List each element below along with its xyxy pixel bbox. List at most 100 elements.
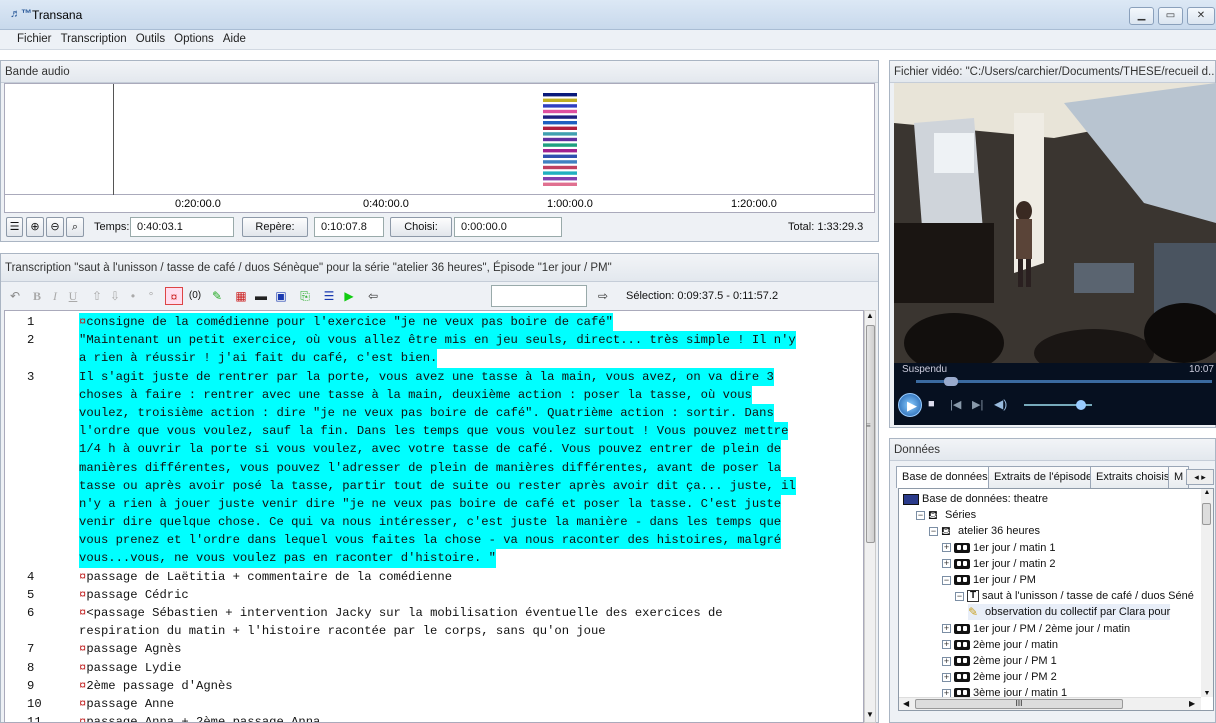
tree-node[interactable]: +2ème jour / PM 1	[942, 653, 1057, 669]
underline-icon[interactable]: U	[64, 287, 82, 305]
tree-node[interactable]: − ⛾ atelier 36 heures	[929, 523, 1040, 539]
repere-button[interactable]: Repère:	[242, 217, 308, 237]
film-icon[interactable]: ▦	[232, 287, 250, 305]
play-button[interactable]: ▶	[898, 393, 922, 417]
transcript-line[interactable]: voulez, troisième action : dire "je ne v…	[5, 403, 863, 423]
tree-scroll-thumb[interactable]	[1202, 503, 1211, 525]
tab-database[interactable]: Base de données	[896, 466, 994, 488]
check-icon[interactable]: ✎	[208, 287, 226, 305]
list-icon[interactable]: ☰	[6, 217, 23, 237]
collapse-icon[interactable]: −	[916, 510, 925, 520]
rising-intonation-icon[interactable]: ⇧	[88, 287, 106, 305]
menu-transcription[interactable]: Transcription	[58, 30, 130, 45]
volume-slider[interactable]	[1024, 400, 1092, 410]
transcript-line[interactable]: a rien à réussir ! j'ai fait du café, c'…	[5, 349, 863, 368]
bold-icon[interactable]: B	[28, 287, 46, 305]
pause-marker-icon[interactable]: (0)	[186, 287, 204, 305]
transcript-line[interactable]: choses à faire : rentrer avec une tasse …	[5, 385, 863, 404]
expand-icon[interactable]: +	[942, 672, 951, 682]
tree-hscroll-thumb[interactable]: III	[915, 699, 1123, 709]
expand-icon[interactable]: +	[942, 624, 951, 634]
transcript-line[interactable]: 3 Il s'agit juste de rentrer par la porte…	[5, 367, 863, 386]
transcript-line[interactable]: 11 ¤passage Anna + 2ème passage Anna	[5, 713, 863, 722]
tree-scroll-down-icon[interactable]: ▼	[1201, 690, 1213, 697]
scroll-thumb[interactable]	[866, 325, 875, 543]
transcript-line[interactable]: 5 ¤passage Cédric	[5, 586, 863, 604]
tree-node[interactable]: ✎ observation du collectif par Clara pour	[968, 604, 1171, 621]
tree-node[interactable]: Base de données: theatre	[903, 491, 1048, 507]
transcript-line[interactable]: n'y a rien à jouer juste venir dire "je …	[5, 494, 863, 514]
transcript-line[interactable]: 7 ¤passage Agnès	[5, 640, 863, 658]
collapse-icon[interactable]: −	[942, 575, 951, 585]
search-forward-icon[interactable]: ⇨	[594, 287, 612, 305]
expand-icon[interactable]: +	[942, 559, 951, 569]
search-back-icon[interactable]: ⇦	[364, 287, 382, 305]
tree-scroll-left-icon[interactable]: ◀	[903, 699, 909, 708]
tree-node[interactable]: − 1er jour / PM	[942, 572, 1036, 588]
scroll-down-icon[interactable]: ▼	[865, 710, 875, 722]
database-tree[interactable]: Base de données: theatre − ⛾ Séries − ⛾ atelie…	[898, 488, 1214, 711]
transcript-line[interactable]: respiration du matin + l'histoire racont…	[5, 622, 863, 640]
menu-aide[interactable]: Aide	[220, 30, 249, 45]
transcript-line[interactable]: 2 "Maintenant un petit exercice, où vous …	[5, 331, 863, 350]
whisper-icon[interactable]: °	[142, 287, 160, 305]
transcript-scrollbar[interactable]: ▲ ≡ ▼	[864, 310, 876, 723]
scroll-up-icon[interactable]: ▲	[865, 311, 875, 323]
inbreath-icon[interactable]: •	[124, 287, 142, 305]
time-field[interactable]: 0:40:03.1	[130, 217, 234, 237]
tree-node[interactable]: +2ème jour / PM 2	[942, 669, 1057, 685]
transcript-line[interactable]: l'ordre que vous voulez, sauf la fin. Da…	[5, 422, 863, 441]
save-icon[interactable]: ▣	[272, 287, 290, 305]
menu-options[interactable]: Options	[171, 30, 217, 45]
transcript-line[interactable]: 8 ¤passage Lydie	[5, 659, 863, 677]
next-icon[interactable]: ▶|	[972, 398, 983, 411]
transcript-editor[interactable]: 1 ¤consigne de la comédienne pour l'exerc…	[4, 310, 864, 723]
transcript-line[interactable]: 6 ¤<passage Sébastien + intervention Jack…	[5, 604, 863, 622]
tab-episode-clips[interactable]: Extraits de l'épisode	[988, 466, 1099, 488]
transcript-line[interactable]: vous...vous, ne vous voulez pas en racon…	[5, 549, 863, 568]
falling-intonation-icon[interactable]: ⇩	[106, 287, 124, 305]
tree-node[interactable]: +1er jour / matin 1	[942, 540, 1056, 556]
italic-icon[interactable]: I	[46, 287, 64, 305]
repere-field[interactable]: 0:10:07.8	[314, 217, 384, 237]
video-frame[interactable]	[894, 83, 1216, 363]
audio-timeline[interactable]: 0:20:00.0 0:40:00.0 1:00:00.0 1:20:00.0	[4, 195, 875, 213]
undo-icon[interactable]: ↶	[6, 287, 24, 305]
menu-fichier[interactable]: Fichier	[14, 30, 55, 45]
previous-icon[interactable]: |◀	[950, 398, 961, 411]
zoom-out-icon[interactable]: ⊖	[46, 217, 64, 237]
transcript-line[interactable]: 1/4 h à ouvrir la porte si vous voulez, …	[5, 440, 863, 459]
transcript-line[interactable]: tasse ou après avoir posé la tasse, part…	[5, 476, 863, 495]
waveform-area[interactable]	[4, 83, 875, 196]
expand-icon[interactable]: +	[942, 640, 951, 650]
expand-icon[interactable]: +	[942, 656, 951, 666]
transcript-line[interactable]: manières différentes, vous pouvez l'adre…	[5, 458, 863, 477]
tree-node[interactable]: − Tsaut à l'unisson / tasse de café / duo…	[955, 588, 1194, 604]
clip-icon[interactable]: ▬	[252, 287, 270, 305]
choisi-button[interactable]: Choisi:	[390, 217, 452, 237]
close-icon[interactable]: ✕	[1187, 7, 1215, 25]
tree-node[interactable]: +1er jour / PM / 2ème jour / matin	[942, 621, 1130, 637]
tree-node[interactable]: +1er jour / matin 2	[942, 556, 1056, 572]
collapse-icon[interactable]: −	[955, 591, 964, 601]
play-icon[interactable]: ▶	[340, 287, 358, 305]
split-icon[interactable]: ☰	[320, 287, 338, 305]
tree-scroll-up-icon[interactable]: ▲	[1201, 489, 1213, 496]
tree-scroll-right-icon[interactable]: ▶	[1189, 699, 1195, 708]
transcript-line[interactable]: 10 ¤passage Anne	[5, 695, 863, 713]
transcript-line[interactable]: 4 ¤passage de Laëtitia + commentaire de l…	[5, 568, 863, 586]
video-seek-bar[interactable]	[916, 377, 1212, 386]
choisi-field[interactable]: 0:00:00.0	[454, 217, 562, 237]
tree-hscrollbar[interactable]: ◀ III ▶	[899, 697, 1201, 710]
zoom-in-icon[interactable]: ⊕	[26, 217, 44, 237]
expand-icon[interactable]: +	[942, 543, 951, 553]
transcript-line[interactable]: venir dire quelque chose. Ce qui va nous…	[5, 513, 863, 532]
snapshot-icon[interactable]: ⎘	[296, 287, 314, 305]
tree-vscrollbar[interactable]: ▲ ▼	[1201, 489, 1213, 697]
minimize-icon[interactable]: ▁	[1129, 7, 1154, 25]
volume-thumb[interactable]	[1076, 400, 1086, 410]
transcript-line[interactable]: vous prenez et l'ordre dans lequel vous …	[5, 531, 863, 550]
transcript-line[interactable]: 1 ¤consigne de la comédienne pour l'exerc…	[5, 313, 863, 332]
maximize-icon[interactable]: ▭	[1158, 7, 1183, 25]
transcript-line[interactable]: 9 ¤2ème passage d'Agnès	[5, 677, 863, 695]
